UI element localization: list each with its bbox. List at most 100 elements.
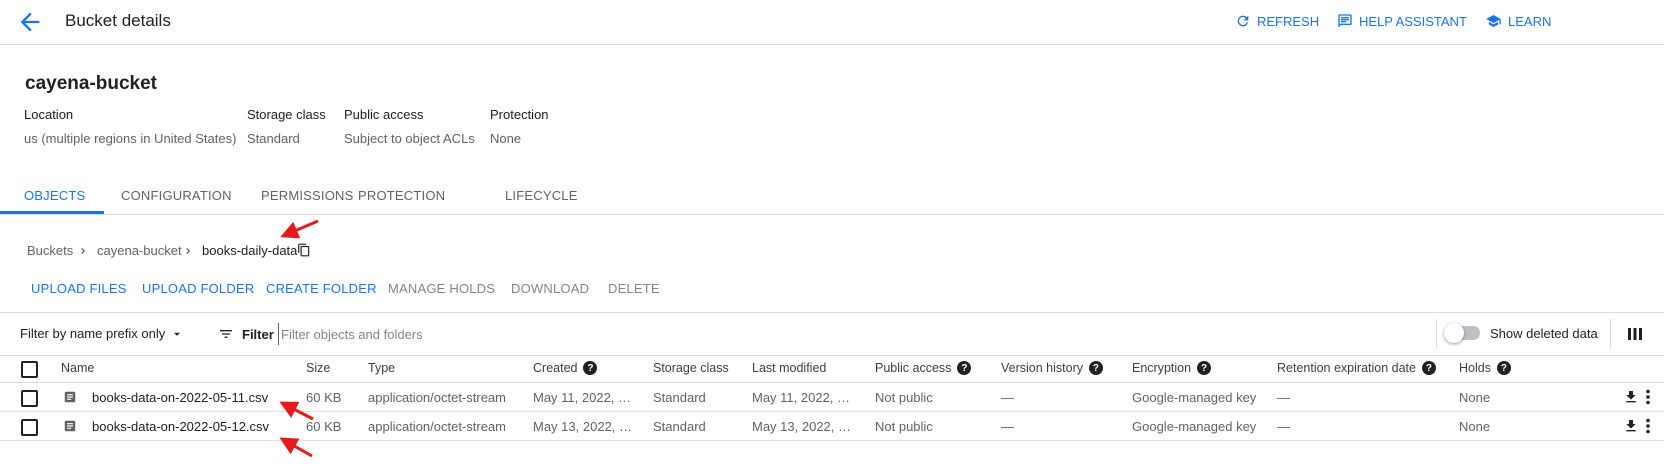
- column-header-holds[interactable]: Holds?: [1459, 361, 1511, 375]
- tab-bar: OBJECTS CONFIGURATION PERMISSIONS PROTEC…: [0, 172, 1664, 215]
- chevron-right-icon: [186, 248, 190, 254]
- show-deleted-toggle[interactable]: [1444, 323, 1480, 343]
- tab-objects[interactable]: OBJECTS: [24, 188, 85, 203]
- column-header-retention[interactable]: Retention expiration date?: [1277, 361, 1436, 375]
- cell-last-modified: May 13, 2022, …: [752, 419, 851, 434]
- breadcrumb-bucket[interactable]: cayena-bucket: [97, 243, 182, 258]
- filter-bar: Filter by name prefix only Filter Show d…: [0, 312, 1664, 356]
- help-icon[interactable]: ?: [1496, 361, 1511, 375]
- column-label: Storage class: [653, 361, 729, 375]
- cell-storage-class: Standard: [653, 419, 706, 434]
- delete-button[interactable]: DELETE: [608, 281, 660, 296]
- column-header-created[interactable]: Created?: [533, 361, 598, 375]
- filter-list-icon: [220, 330, 232, 338]
- cell-retention: —: [1277, 419, 1290, 434]
- row-checkbox[interactable]: [21, 419, 38, 436]
- cell-encryption: Google-managed key: [1132, 419, 1257, 434]
- filter-input[interactable]: [278, 323, 821, 345]
- divider: [1436, 319, 1437, 349]
- column-header-last-modified[interactable]: Last modified: [752, 361, 826, 375]
- help-icon[interactable]: ?: [957, 361, 972, 375]
- select-all-checkbox[interactable]: [21, 361, 38, 378]
- filter-button[interactable]: Filter: [218, 326, 274, 342]
- download-icon[interactable]: [1623, 418, 1639, 434]
- filter-mode-dropdown[interactable]: Filter by name prefix only: [20, 326, 183, 341]
- cell-holds: None: [1459, 419, 1491, 434]
- refresh-icon: [1237, 15, 1249, 27]
- protection-value: None: [490, 131, 522, 146]
- column-display-icon[interactable]: [1627, 326, 1643, 342]
- help-icon[interactable]: ?: [1421, 361, 1436, 375]
- download-button[interactable]: DOWNLOAD: [511, 281, 589, 296]
- toggle-knob: [1444, 323, 1464, 343]
- column-label: Created: [533, 361, 578, 375]
- show-deleted-label: Show deleted data: [1490, 326, 1598, 341]
- table-row[interactable]: books-data-on-2022-05-12.csv 60 KB appli…: [0, 412, 1664, 441]
- column-header-encryption[interactable]: Encryption?: [1132, 361, 1212, 375]
- learn-label: LEARN: [1508, 13, 1552, 29]
- help-icon[interactable]: ?: [1197, 361, 1212, 375]
- cell-size: 60 KB: [306, 390, 342, 405]
- more-vert-icon[interactable]: [1645, 418, 1651, 434]
- cell-public-access: Not public: [875, 419, 933, 434]
- arrow-back-icon: [20, 12, 40, 32]
- more-vert-icon[interactable]: [1645, 389, 1651, 405]
- help-icon[interactable]: ?: [583, 361, 598, 375]
- breadcrumb-folder: books-daily-data: [202, 243, 298, 258]
- back-button[interactable]: [16, 8, 44, 36]
- column-header-public-access[interactable]: Public access?: [875, 361, 972, 375]
- bucket-name: cayena-bucket: [25, 73, 158, 94]
- learn-button[interactable]: LEARN: [1485, 13, 1551, 29]
- column-label: Last modified: [752, 361, 827, 375]
- create-folder-button[interactable]: CREATE FOLDER: [266, 281, 377, 296]
- column-header-storage-class[interactable]: Storage class: [653, 361, 729, 375]
- column-label: Size: [306, 361, 331, 375]
- protection-label: Protection: [490, 107, 549, 122]
- page-title: Bucket details: [65, 11, 171, 30]
- cell-storage-class: Standard: [653, 390, 706, 405]
- column-header-version-history[interactable]: Version history?: [1001, 361, 1103, 375]
- help-assistant-icon: [1338, 14, 1352, 28]
- refresh-button[interactable]: REFRESH: [1235, 13, 1319, 29]
- file-icon: [64, 420, 76, 432]
- column-header-size[interactable]: Size: [306, 361, 330, 375]
- tab-permissions[interactable]: PERMISSIONS: [261, 188, 354, 203]
- cell-created: May 13, 2022, …: [533, 419, 632, 434]
- annotation-arrow: [279, 437, 313, 458]
- tab-lifecycle[interactable]: LIFECYCLE: [505, 188, 578, 203]
- chevron-right-icon: [81, 248, 85, 254]
- tab-protection[interactable]: PROTECTION: [358, 188, 445, 203]
- table-header: Name Size Type Created? Storage class La…: [0, 354, 1664, 383]
- storage-class-value: Standard: [247, 131, 300, 146]
- column-label: Name: [61, 361, 95, 375]
- download-icon[interactable]: [1623, 389, 1639, 405]
- top-bar: Bucket details REFRESH HELP ASSISTANT LE…: [0, 0, 1664, 45]
- tab-configuration[interactable]: CONFIGURATION: [121, 188, 232, 203]
- annotation-arrow: [280, 219, 319, 239]
- refresh-label: REFRESH: [1257, 13, 1320, 29]
- breadcrumb-buckets[interactable]: Buckets: [27, 243, 73, 258]
- file-name-link[interactable]: books-data-on-2022-05-12.csv: [92, 419, 269, 434]
- location-value: us (multiple regions in United States): [24, 131, 237, 146]
- cell-created: May 11, 2022, …: [533, 390, 632, 405]
- cell-type: application/octet-stream: [368, 419, 507, 434]
- help-icon[interactable]: ?: [1088, 361, 1103, 375]
- column-label: Version history: [1001, 361, 1083, 375]
- help-assistant-button[interactable]: HELP ASSISTANT: [1337, 13, 1467, 29]
- help-assistant-label: HELP ASSISTANT: [1359, 13, 1467, 29]
- upload-folder-button[interactable]: UPLOAD FOLDER: [142, 281, 254, 296]
- divider: [1610, 319, 1611, 349]
- file-name-link[interactable]: books-data-on-2022-05-11.csv: [92, 390, 268, 405]
- column-header-type[interactable]: Type: [368, 361, 395, 375]
- table-row[interactable]: books-data-on-2022-05-11.csv 60 KB appli…: [0, 383, 1664, 412]
- upload-files-button[interactable]: UPLOAD FILES: [31, 281, 127, 296]
- manage-holds-button[interactable]: MANAGE HOLDS: [388, 281, 495, 296]
- cell-encryption: Google-managed key: [1132, 390, 1257, 405]
- column-header-name[interactable]: Name: [61, 361, 94, 375]
- row-checkbox[interactable]: [21, 390, 38, 407]
- filter-mode-label: Filter by name prefix only: [20, 326, 166, 341]
- cell-version-history: —: [1001, 419, 1014, 434]
- public-access-value: Subject to object ACLs: [344, 131, 475, 146]
- column-label: Type: [368, 361, 396, 375]
- copy-icon[interactable]: [297, 242, 311, 258]
